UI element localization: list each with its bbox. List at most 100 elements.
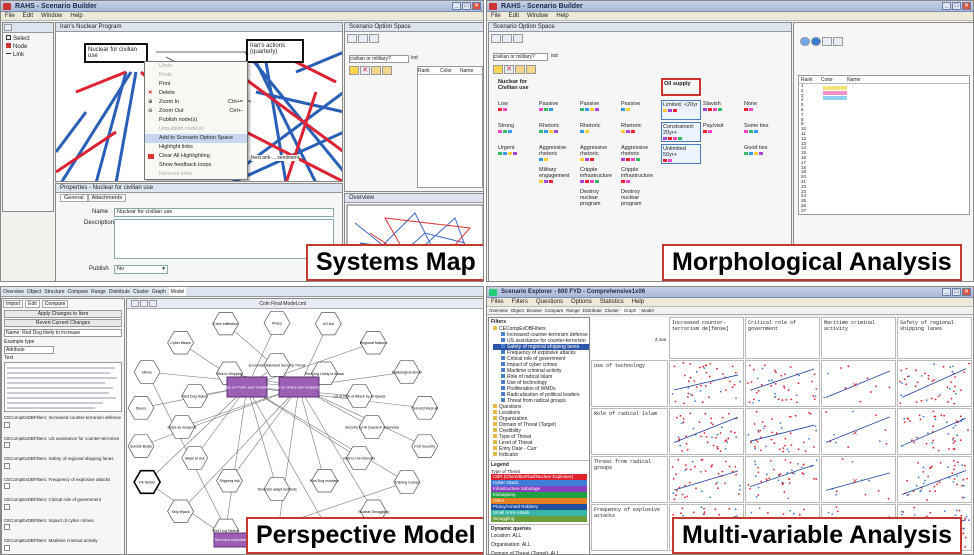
morph-option-cell[interactable]: Aggressive rhetoric [579, 144, 619, 164]
morph-option-cell[interactable]: Low [497, 100, 537, 120]
add-icon[interactable] [493, 65, 503, 74]
menu-window[interactable]: Window [527, 12, 548, 20]
tab-distribute[interactable]: Distribute [109, 287, 130, 296]
hex-node[interactable]: Cyber Attack [167, 331, 195, 355]
query-item[interactable]: Organisation: ALL [491, 542, 589, 548]
hex-node[interactable]: Suicide Boats [127, 434, 155, 458]
morph-option-cell[interactable]: Rhetoric [579, 122, 619, 142]
tab-overview[interactable]: Overview [3, 287, 24, 296]
query-item[interactable]: Domain of Threat (Target): ALL [491, 551, 589, 554]
menu-edit[interactable]: Edit [509, 12, 519, 20]
tab-graph[interactable]: Graph [621, 307, 639, 314]
revert-changes-button[interactable]: Revert Current Changes [4, 319, 122, 327]
publish-select[interactable]: No ▾ [114, 265, 168, 274]
name-field[interactable]: Nuclear for civilian use [114, 208, 334, 217]
scatter-cell[interactable] [669, 456, 744, 503]
type-select[interactable]: Attribute [4, 346, 54, 354]
tab-structure[interactable]: Structure [44, 287, 64, 296]
scatter-cell[interactable] [745, 408, 820, 455]
minimize-button[interactable]: _ [942, 288, 951, 296]
column-header[interactable]: Critical role of government [745, 317, 820, 359]
menu-file[interactable]: File [5, 12, 15, 20]
menu-statistics[interactable]: Statistics [600, 298, 624, 306]
menu-edit[interactable]: Edit [23, 12, 33, 20]
menu-file[interactable]: File [491, 12, 501, 20]
menu-files[interactable]: Files [491, 298, 504, 306]
editor-tab[interactable]: Iran's Nuclear Program [56, 23, 342, 32]
perspective-list-item[interactable]: CECompExDBFilters: Increased counter-ter… [4, 415, 122, 428]
morph-option-cell[interactable]: Rhetoric [620, 122, 660, 142]
hex-node[interactable]: Mines [133, 360, 161, 384]
tab-compare[interactable]: Compare [545, 307, 564, 314]
morph-option-cell[interactable]: Pay/visit [702, 122, 742, 142]
legend-item[interactable]: Smuggling [491, 516, 587, 522]
node-civilian-use[interactable]: Nuclear for civilian use [84, 43, 148, 63]
morph-option-cell[interactable]: Constrained; 20yr+ [661, 122, 701, 142]
perspective-list-item[interactable]: CECompExDBFilters: Safety of regional sh… [4, 456, 122, 469]
menu-item-publish[interactable]: Publish node(s) [145, 116, 247, 125]
left-arrow-icon[interactable] [371, 66, 381, 75]
palette-item-select[interactable]: Select [6, 35, 50, 43]
hex-node[interactable]: Red Dog Gains [181, 384, 209, 408]
minimize-button[interactable]: _ [942, 2, 951, 10]
tab-object[interactable]: Object [27, 287, 41, 296]
hex-node[interactable]: Radiological Bomb [392, 360, 422, 384]
menu-window[interactable]: Window [41, 12, 62, 20]
apply-changes-button[interactable]: Apply Changes to Item [4, 310, 122, 318]
morph-option-cell[interactable]: Strong [497, 122, 537, 142]
remove-icon[interactable]: ✕ [360, 66, 370, 75]
morph-tool-1[interactable] [491, 34, 501, 43]
menu-item-feedback-loops[interactable]: Show feedback loops [145, 161, 247, 170]
model-file-tab[interactable]: Coln Final Model.cml [259, 301, 306, 307]
subtab-edit[interactable]: Edit [25, 300, 40, 308]
column-header[interactable]: Safety of regional shipping lanes [897, 317, 972, 359]
item-checkbox[interactable] [4, 544, 10, 551]
morph-option-cell[interactable]: Slavish [702, 100, 742, 120]
perspective-list-item[interactable]: CECompExDBFilters: US assistance for cou… [4, 436, 122, 448]
prop-tab-general[interactable]: General [60, 194, 88, 202]
column-header[interactable]: Increased counter-terrorism de[fense] [669, 317, 744, 359]
morph-option-cell[interactable]: Rhetoric [538, 122, 578, 142]
node-iran-actions[interactable]: Iran's actions (quarterly) [246, 39, 304, 63]
scatter-cell[interactable] [897, 360, 972, 407]
maximize-button[interactable]: □ [952, 2, 961, 10]
text-area[interactable] [4, 362, 122, 412]
palette-item-node[interactable]: Node [6, 43, 50, 51]
scatter-cell[interactable]: × [821, 456, 896, 503]
hex-node[interactable]: Risk to US Interests [343, 446, 375, 470]
hex-node[interactable]: Shipping risk [216, 469, 243, 493]
menu-questions[interactable]: Questions [536, 298, 563, 306]
tab-cluster[interactable]: Cluster [133, 287, 149, 296]
item-checkbox[interactable] [4, 442, 10, 448]
left-arrow-icon[interactable] [515, 65, 525, 74]
close-button[interactable]: × [962, 2, 971, 10]
scatter-cell[interactable] [669, 360, 744, 407]
morph-tool-3[interactable] [513, 34, 523, 43]
item-checkbox[interactable] [4, 524, 10, 530]
menu-item-add-option-space[interactable]: Add to Scenario Option Space [145, 134, 247, 143]
menu-item-undo[interactable]: Undo [145, 62, 247, 71]
item-checkbox[interactable] [4, 421, 10, 428]
scatter-cell[interactable] [669, 408, 744, 455]
menu-help[interactable]: Help [556, 12, 568, 20]
hex-node[interactable]: Training Camps [393, 470, 421, 494]
item-checkbox[interactable] [4, 483, 10, 489]
hex-node[interactable]: Divers [127, 396, 155, 420]
menu-options[interactable]: Options [571, 298, 592, 306]
palette-icon[interactable] [4, 24, 12, 31]
maximize-button[interactable]: □ [462, 2, 471, 10]
menu-item-print[interactable]: Print [145, 80, 247, 89]
tab-model[interactable]: Model [641, 307, 653, 314]
morph-option-cell[interactable]: None [743, 100, 783, 120]
option-field[interactable]: civilian or military? [349, 55, 409, 63]
morph-option-cell[interactable]: Cripple infrastructure [620, 166, 660, 186]
tab-browse[interactable]: Browse [527, 307, 542, 314]
menu-item-zoom-out[interactable]: ⊖ Zoom Out Ctrl+- [145, 107, 247, 116]
tab-compare[interactable]: Compare [68, 287, 89, 296]
option-space-tab[interactable]: Scenario Option Space [489, 23, 791, 32]
hex-node[interactable]: Regional Nations [360, 331, 388, 355]
morph-option-cell[interactable]: Some ties [743, 122, 783, 142]
item-checkbox[interactable] [4, 503, 10, 510]
menu-item-delete[interactable]: ✕ Delete [145, 89, 247, 98]
hex-node[interactable]: Red Dog Increase [310, 469, 339, 493]
